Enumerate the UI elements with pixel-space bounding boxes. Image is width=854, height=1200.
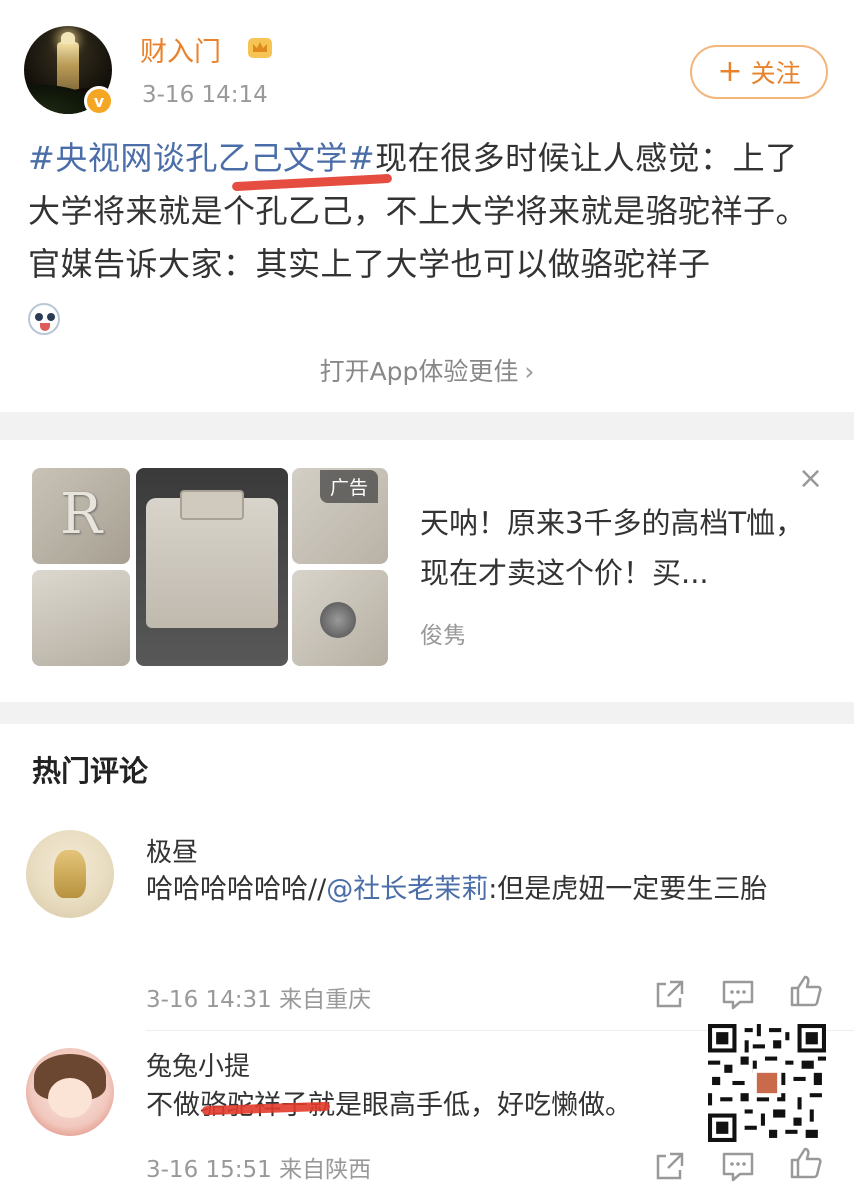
verified-badge-icon: v: [84, 86, 114, 116]
comment-icon[interactable]: [720, 1150, 756, 1184]
crown-icon: [248, 38, 272, 58]
comment-text: 哈哈哈哈哈哈//@社长老茉莉:但是虎妞一定要生三胎: [146, 874, 768, 905]
like-icon[interactable]: [788, 1146, 824, 1180]
follow-button[interactable]: + 关注: [690, 45, 828, 99]
panda-emoji-icon: [28, 303, 60, 335]
weibo-post: v 财入门 3-16 14:14 + 关注 #央视网谈孔乙己文学#现在很多时候让…: [0, 0, 854, 412]
chevron-right-icon: ›: [524, 357, 535, 386]
ad-image: [292, 570, 388, 666]
author-name[interactable]: 财入门: [140, 30, 221, 69]
comment-author[interactable]: 兔兔小提: [146, 1046, 250, 1083]
ad-title[interactable]: 天呐！原来3千多的高档T恤，现在才卖这个价！买...: [420, 498, 820, 598]
topic-link[interactable]: #央视网谈孔乙己文学#: [28, 139, 375, 177]
ad-image: [136, 468, 288, 666]
comment-author[interactable]: 极昼: [146, 832, 198, 869]
section-separator: [0, 412, 854, 440]
share-icon[interactable]: [652, 1150, 688, 1184]
comment-icon[interactable]: [720, 978, 756, 1012]
comment-meta: 3-16 15:51 来自陕西: [146, 1157, 372, 1183]
qr-code-icon: [708, 1024, 826, 1142]
ad-source: 俊隽: [420, 623, 466, 649]
ad-image: [32, 570, 130, 666]
post-time: 3-16 14:14: [142, 82, 268, 108]
avatar[interactable]: [26, 830, 114, 918]
mention-link[interactable]: @社长老茉莉: [326, 874, 488, 905]
ad-card[interactable]: R 广告 × 天呐！原来3千多的高档T恤，现在才卖这个价！买... 俊隽: [0, 440, 854, 702]
close-icon[interactable]: ×: [798, 464, 823, 494]
plus-icon: +: [717, 54, 743, 89]
hot-comments-title: 热门评论: [32, 754, 149, 788]
avatar[interactable]: [26, 1048, 114, 1136]
section-separator: [0, 702, 854, 724]
comment-meta: 3-16 14:31 来自重庆: [146, 987, 372, 1013]
post-content: #央视网谈孔乙己文学#现在很多时候让人感觉：上了大学将来就是个孔乙己，不上大学将…: [28, 132, 828, 344]
open-app-link[interactable]: 打开App体验更佳 ›: [0, 352, 854, 388]
ad-image: R: [32, 468, 130, 564]
share-icon[interactable]: [652, 978, 688, 1012]
ad-tag: 广告: [320, 470, 379, 503]
like-icon[interactable]: [788, 974, 824, 1008]
follow-label: 关注: [750, 59, 801, 88]
